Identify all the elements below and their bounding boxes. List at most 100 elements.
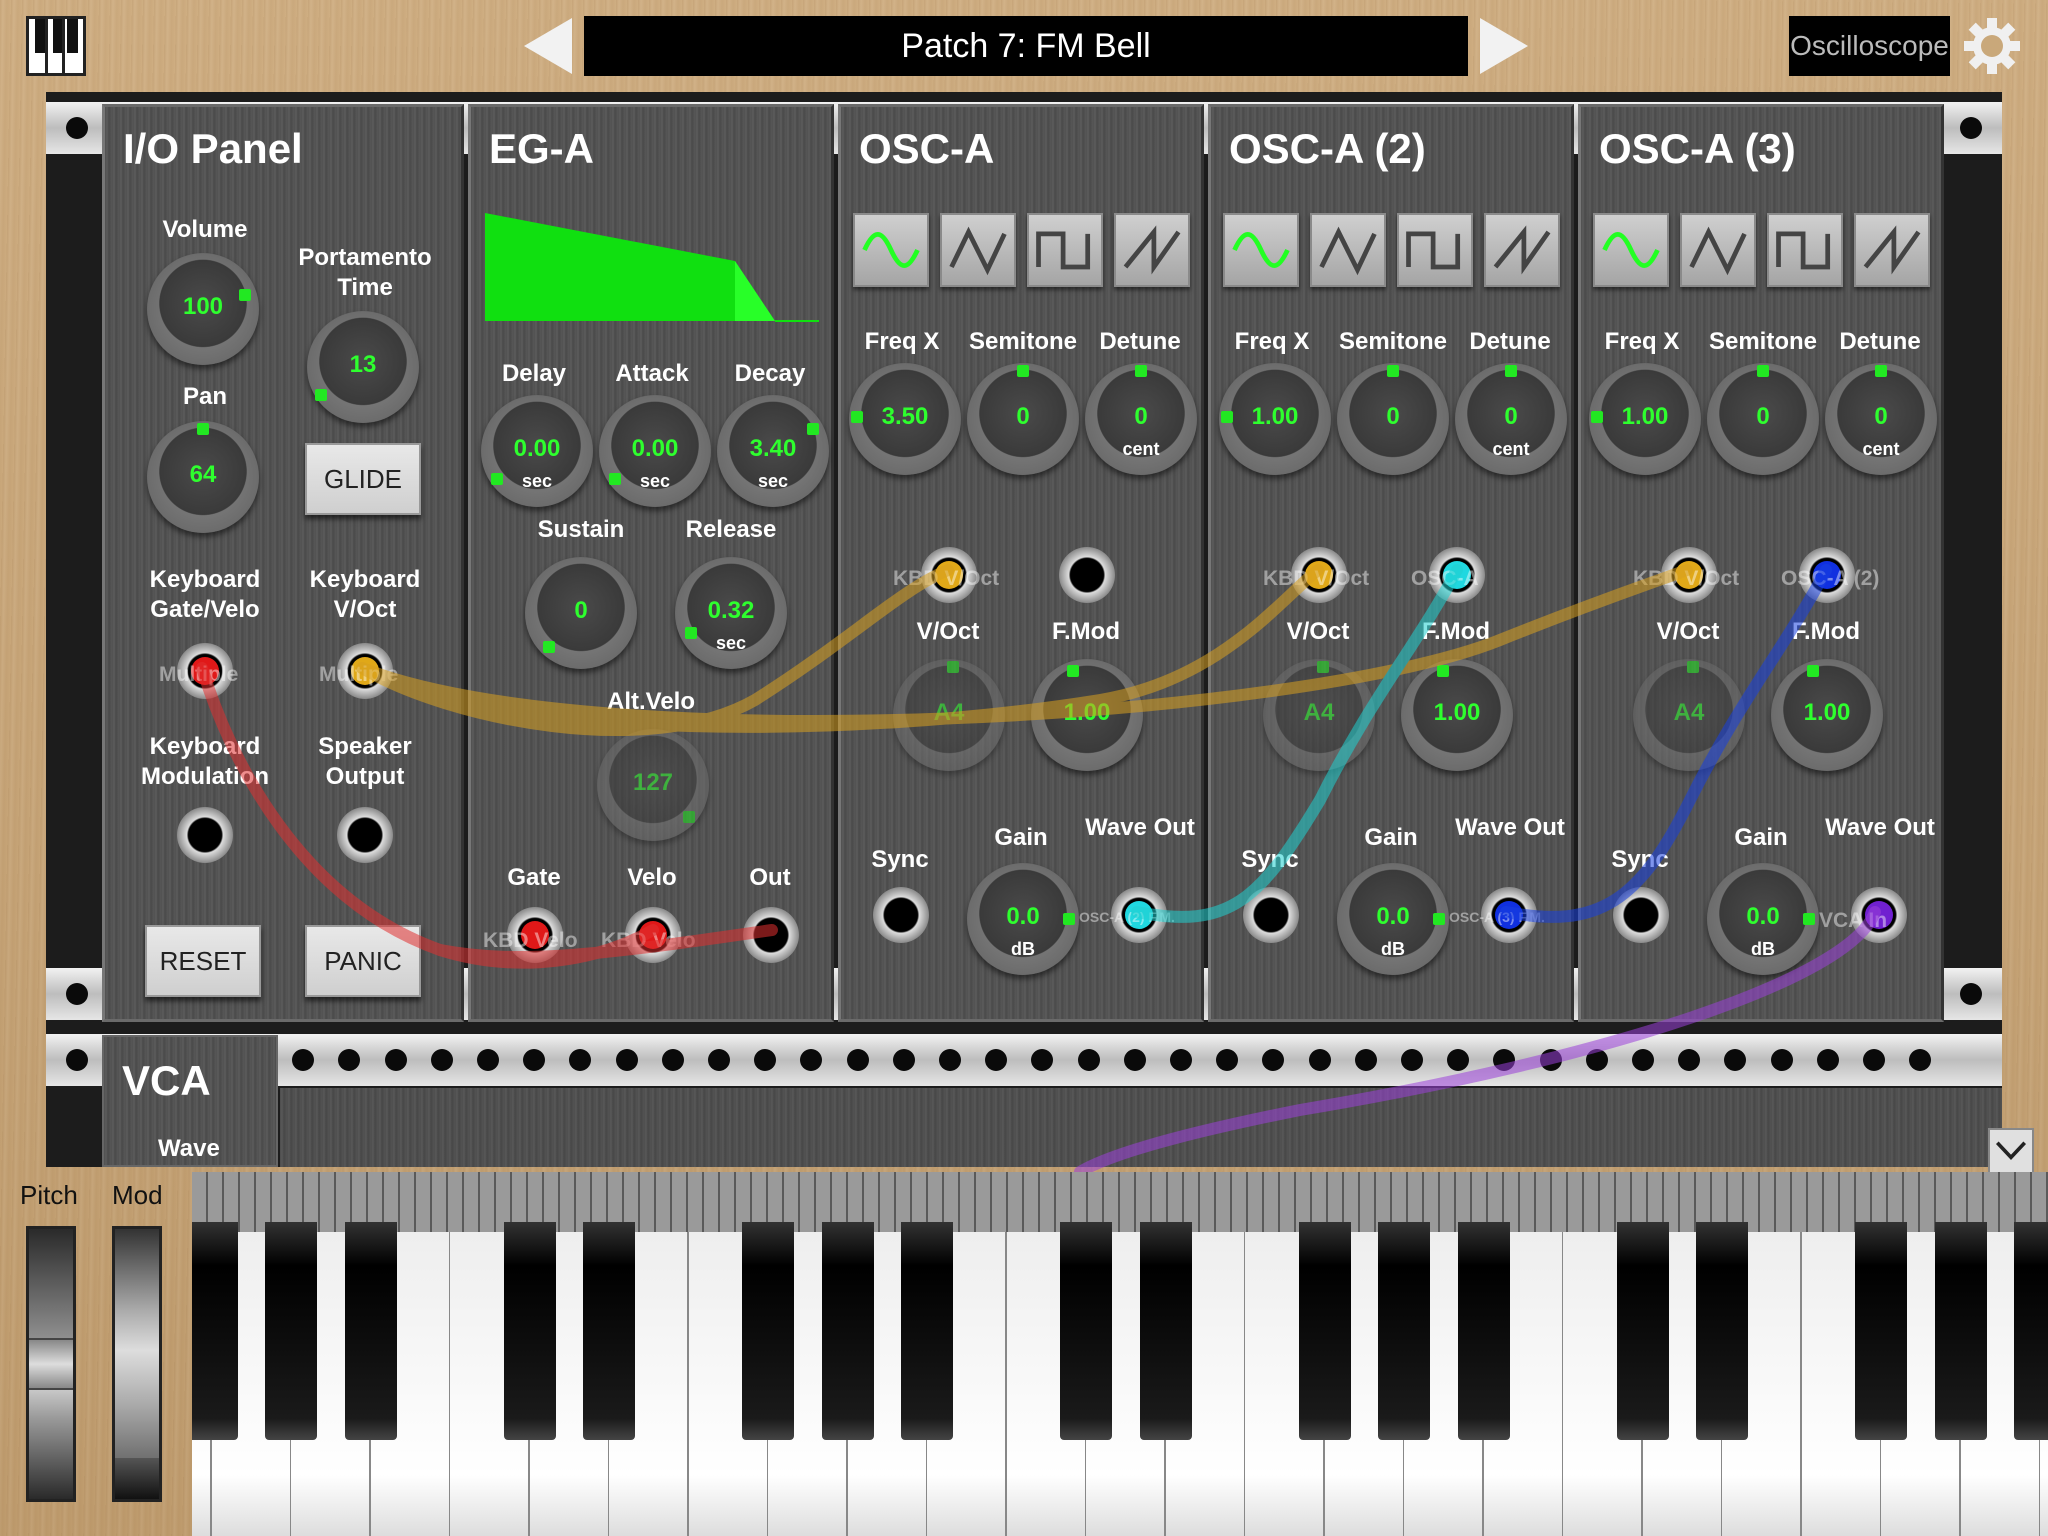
piano-keyboard[interactable] bbox=[192, 1172, 2048, 1536]
fmod-knob[interactable]: 1.00 bbox=[1771, 659, 1883, 771]
rail-hole bbox=[1355, 1049, 1377, 1071]
sawtooth-wave-icon[interactable] bbox=[1114, 213, 1190, 287]
gain-knob[interactable]: 0.0 dB bbox=[1337, 863, 1449, 975]
detune-knob[interactable]: 0 cent bbox=[1455, 363, 1567, 475]
osc-module: OSC-A (3) Freq X 1.00 Semitone 0 Detune … bbox=[1578, 104, 1944, 1022]
rail-hole bbox=[569, 1049, 591, 1071]
alt-velo-label: Alt.Velo bbox=[606, 688, 696, 715]
gain-knob[interactable]: 0.0 dB bbox=[1707, 863, 1819, 975]
semitone-knob[interactable]: 0 bbox=[1707, 363, 1819, 475]
pan-label: Pan bbox=[182, 383, 227, 410]
black-key[interactable] bbox=[901, 1222, 953, 1440]
mod-wheel[interactable] bbox=[112, 1226, 162, 1502]
rail-hole bbox=[1124, 1049, 1146, 1071]
black-key[interactable] bbox=[1855, 1222, 1907, 1440]
gain-knob[interactable]: 0.0 dB bbox=[967, 863, 1079, 975]
patch-name[interactable]: Patch 7: FM Bell bbox=[584, 16, 1468, 76]
fmod-knob[interactable]: 1.00 bbox=[1031, 659, 1143, 771]
keyboard-icon[interactable] bbox=[26, 16, 86, 76]
semitone-knob[interactable]: 0 bbox=[1337, 363, 1449, 475]
black-key[interactable] bbox=[2014, 1222, 2048, 1440]
wave-out-label: Wave Out bbox=[1455, 814, 1565, 841]
black-key[interactable] bbox=[1299, 1222, 1351, 1440]
pan-knob[interactable]: 64 bbox=[147, 421, 259, 533]
black-key[interactable] bbox=[1140, 1222, 1192, 1440]
fmod-label: F.Mod bbox=[1052, 618, 1120, 645]
detune-knob[interactable]: 0 cent bbox=[1825, 363, 1937, 475]
next-arrow-icon[interactable] bbox=[1480, 18, 1528, 74]
black-key[interactable] bbox=[504, 1222, 556, 1440]
black-key[interactable] bbox=[1696, 1222, 1748, 1440]
reset-button[interactable]: RESET bbox=[145, 925, 261, 997]
release-knob[interactable]: 0.32 sec bbox=[675, 557, 787, 669]
black-key[interactable] bbox=[1617, 1222, 1669, 1440]
semitone-knob[interactable]: 0 bbox=[967, 363, 1079, 475]
black-key[interactable] bbox=[1458, 1222, 1510, 1440]
sine-wave-icon[interactable] bbox=[1593, 213, 1669, 287]
black-key[interactable] bbox=[265, 1222, 317, 1440]
triangle-wave-icon[interactable] bbox=[1310, 213, 1386, 287]
module-title: OSC-A bbox=[859, 125, 995, 172]
panic-button[interactable]: PANIC bbox=[305, 925, 421, 997]
kbd-mod-jack[interactable] bbox=[177, 807, 233, 863]
pitch-wheel-handle[interactable] bbox=[29, 1338, 73, 1390]
eg-out-jack[interactable] bbox=[743, 907, 799, 963]
oscilloscope-button[interactable]: Oscilloscope bbox=[1789, 16, 1950, 76]
square-wave-icon[interactable] bbox=[1027, 213, 1103, 287]
freqx-knob[interactable]: 3.50 bbox=[849, 363, 961, 475]
wave-out-jack-text: OSC-A (2) F.M. bbox=[1079, 909, 1175, 925]
fmod-input-jack[interactable] bbox=[1059, 547, 1115, 603]
gear-icon[interactable] bbox=[1962, 16, 2022, 76]
freqx-knob[interactable]: 1.00 bbox=[1589, 363, 1701, 475]
voct-value: A4 bbox=[1673, 699, 1705, 726]
black-key[interactable] bbox=[583, 1222, 635, 1440]
attack-knob[interactable]: 0.00 sec bbox=[599, 395, 711, 507]
sync-jack[interactable] bbox=[873, 887, 929, 943]
gain-value: 0.0 bbox=[1376, 903, 1410, 930]
kbd-gate-velo-jack-text: Multiple bbox=[159, 663, 239, 686]
fmod-label: F.Mod bbox=[1422, 618, 1490, 645]
detune-label: Detune bbox=[1099, 328, 1181, 355]
semitone-label: Semitone bbox=[1708, 328, 1818, 355]
sawtooth-wave-icon[interactable] bbox=[1484, 213, 1560, 287]
alt-velo-knob[interactable]: 127 bbox=[597, 729, 709, 841]
delay-knob[interactable]: 0.00 sec bbox=[481, 395, 593, 507]
prev-arrow-icon[interactable] bbox=[524, 18, 572, 74]
fmod-knob[interactable]: 1.00 bbox=[1401, 659, 1513, 771]
chevron-down-icon[interactable] bbox=[1988, 1128, 2034, 1174]
black-key[interactable] bbox=[1060, 1222, 1112, 1440]
glide-button[interactable]: GLIDE bbox=[305, 443, 421, 515]
sine-wave-icon[interactable] bbox=[1223, 213, 1299, 287]
black-key[interactable] bbox=[345, 1222, 397, 1440]
voct-knob[interactable]: A4 bbox=[893, 659, 1005, 771]
pitch-wheel[interactable] bbox=[26, 1226, 76, 1502]
detune-knob[interactable]: 0 cent bbox=[1085, 363, 1197, 475]
voct-knob[interactable]: A4 bbox=[1633, 659, 1745, 771]
black-key[interactable] bbox=[742, 1222, 794, 1440]
black-key[interactable] bbox=[1378, 1222, 1430, 1440]
black-key[interactable] bbox=[822, 1222, 874, 1440]
sine-wave-icon[interactable] bbox=[853, 213, 929, 287]
volume-knob[interactable]: 100 bbox=[147, 253, 259, 365]
semitone-value: 0 bbox=[1016, 403, 1030, 430]
freqx-knob[interactable]: 1.00 bbox=[1219, 363, 1331, 475]
rail-hole bbox=[1216, 1049, 1238, 1071]
square-wave-icon[interactable] bbox=[1397, 213, 1473, 287]
speaker-output-jack[interactable] bbox=[337, 807, 393, 863]
square-wave-icon[interactable] bbox=[1767, 213, 1843, 287]
triangle-wave-icon[interactable] bbox=[940, 213, 1016, 287]
black-key[interactable] bbox=[192, 1222, 238, 1440]
detune-value: 0 bbox=[1134, 403, 1148, 430]
rail-hole bbox=[1309, 1049, 1331, 1071]
sync-jack[interactable] bbox=[1613, 887, 1669, 943]
portamento-knob[interactable]: 13 bbox=[307, 311, 419, 423]
decay-knob[interactable]: 3.40 sec bbox=[717, 395, 829, 507]
rail-hole bbox=[431, 1049, 453, 1071]
voct-knob[interactable]: A4 bbox=[1263, 659, 1375, 771]
black-key[interactable] bbox=[1935, 1222, 1987, 1440]
sustain-knob[interactable]: 0 bbox=[525, 557, 637, 669]
sawtooth-wave-icon[interactable] bbox=[1854, 213, 1930, 287]
detune-unit: cent bbox=[1122, 439, 1160, 459]
triangle-wave-icon[interactable] bbox=[1680, 213, 1756, 287]
sync-jack[interactable] bbox=[1243, 887, 1299, 943]
